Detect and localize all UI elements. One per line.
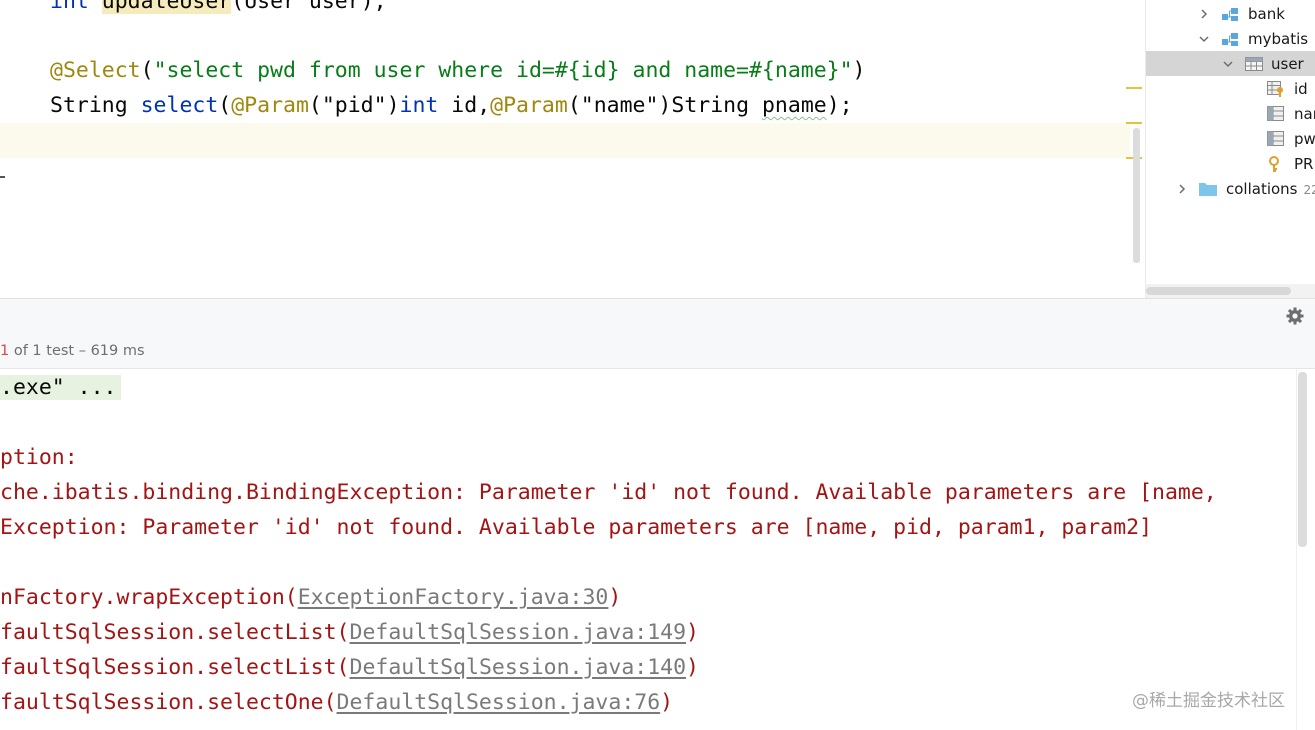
source-link[interactable]: ExceptionFactory.java:30 — [298, 585, 609, 610]
param-value-2: ("name") — [567, 93, 672, 118]
statement-end: ); — [826, 93, 853, 118]
method-name-select: select — [140, 93, 219, 118]
tree-item-label: collations22 — [1226, 180, 1315, 198]
warning-marker[interactable] — [1126, 122, 1142, 124]
stack-trace-line: faultSqlSession.selectOne(DefaultSqlSess… — [0, 690, 674, 715]
paren-close: ) — [852, 58, 866, 83]
chevron-down-icon[interactable] — [1198, 33, 1210, 45]
chevron-down-icon[interactable] — [1222, 58, 1234, 70]
param-type-2: String — [671, 93, 762, 118]
tree-item-column-name[interactable]: nar — [1146, 101, 1315, 126]
run-toolbar — [0, 298, 1315, 333]
test-status-bar: 1 of 1 test – 619 ms — [0, 333, 1315, 369]
tree-item-label: id — [1294, 79, 1308, 98]
chevron-right-icon[interactable] — [1198, 8, 1210, 20]
code-editor[interactable]: int updateUser(User user); @Select("sele… — [0, 0, 1145, 298]
table-icon — [1244, 55, 1264, 73]
tree-item-label: nar — [1294, 104, 1315, 123]
tree-item-label: user — [1271, 54, 1304, 73]
watermark: @稀土掘金技术社区 — [1132, 691, 1285, 711]
stack-trace-line: faultSqlSession.selectList(DefaultSqlSes… — [0, 620, 699, 645]
method-name-update-user: updateUser — [101, 0, 232, 14]
source-link[interactable]: DefaultSqlSession.java:76 — [337, 690, 661, 715]
console-line: ption: — [0, 445, 78, 470]
tree-item-mybatis[interactable]: mybatis — [1146, 26, 1315, 51]
return-type: String — [50, 93, 141, 118]
gear-icon[interactable] — [1285, 306, 1305, 326]
key-icon — [1266, 155, 1286, 173]
folder-icon — [1198, 180, 1218, 198]
tree-item-bank[interactable]: bank — [1146, 1, 1315, 26]
console-output[interactable]: .exe" ... ption: che.ibatis.binding.Bind… — [0, 369, 1315, 730]
source-link[interactable]: DefaultSqlSession.java:140 — [350, 655, 687, 680]
sql-string: "select pwd from user where id=#{id} and… — [153, 58, 853, 83]
param-name-1: id, — [438, 93, 491, 118]
param-value-1: ("pid") — [308, 93, 400, 118]
column-icon — [1266, 105, 1286, 123]
stack-trace-line: nFactory.wrapException(ExceptionFactory.… — [0, 585, 622, 610]
chevron-right-icon[interactable] — [1176, 183, 1188, 195]
column-icon — [1266, 130, 1286, 148]
item-count: 22 — [1303, 182, 1315, 197]
select-annotation: @Select — [50, 58, 141, 83]
tree-item-label: bank — [1248, 4, 1285, 23]
tree-item-column-id[interactable]: id — [1146, 76, 1315, 101]
schema-icon — [1220, 5, 1240, 23]
console-scroll-thumb[interactable] — [1298, 372, 1307, 547]
tree-item-primary-key[interactable]: PRI — [1146, 151, 1315, 176]
source-link[interactable]: DefaultSqlSession.java:149 — [350, 620, 687, 645]
command-line: .exe" ... — [0, 375, 121, 400]
tree-item-label: mybatis — [1248, 29, 1309, 48]
editor-scroll-thumb[interactable] — [1133, 128, 1140, 263]
param-type-1: int — [399, 93, 439, 118]
schema-icon — [1220, 30, 1240, 48]
current-line-highlight — [0, 123, 1130, 158]
code-line-update-user[interactable]: int updateUser(User user); — [50, 0, 387, 19]
tree-item-label: PRI — [1294, 154, 1315, 173]
console-line: che.ibatis.binding.BindingException: Par… — [0, 480, 1217, 505]
param-annotation-1: @Param — [231, 93, 309, 118]
code-line-select-method[interactable]: String select(@Param("pid")int id,@Param… — [50, 88, 853, 123]
keyword-int: int — [50, 0, 89, 14]
params-update-user: (User user); — [231, 0, 387, 14]
console-line: Exception: Parameter 'id' not found. Ava… — [0, 515, 1153, 540]
param-annotation-2: @Param — [490, 93, 568, 118]
stack-trace-line: faultSqlSession.selectList(DefaultSqlSes… — [0, 655, 699, 680]
warning-marker[interactable] — [1126, 87, 1142, 89]
console-line: .exe" ... — [0, 370, 121, 405]
tree-item-label: pw — [1294, 129, 1315, 148]
primary-key-column-icon — [1266, 80, 1286, 98]
database-tree-panel: bank mybatis user id nar p — [1145, 0, 1315, 298]
param-name-2: pname — [761, 93, 827, 118]
tree-item-column-pwd[interactable]: pw — [1146, 126, 1315, 151]
closing-brace-fragment — [0, 176, 5, 178]
tree-item-collations[interactable]: collations22 — [1146, 176, 1315, 201]
failed-count: 1 — [0, 343, 10, 359]
test-summary: of 1 test – 619 ms — [9, 343, 145, 359]
tree-item-user[interactable]: user — [1146, 51, 1315, 76]
paren-open: ( — [218, 93, 232, 118]
code-line-select-annotation[interactable]: @Select("select pwd from user where id=#… — [50, 53, 866, 88]
paren-open: ( — [140, 58, 154, 83]
tree-scroll-thumb[interactable] — [1146, 287, 1291, 295]
